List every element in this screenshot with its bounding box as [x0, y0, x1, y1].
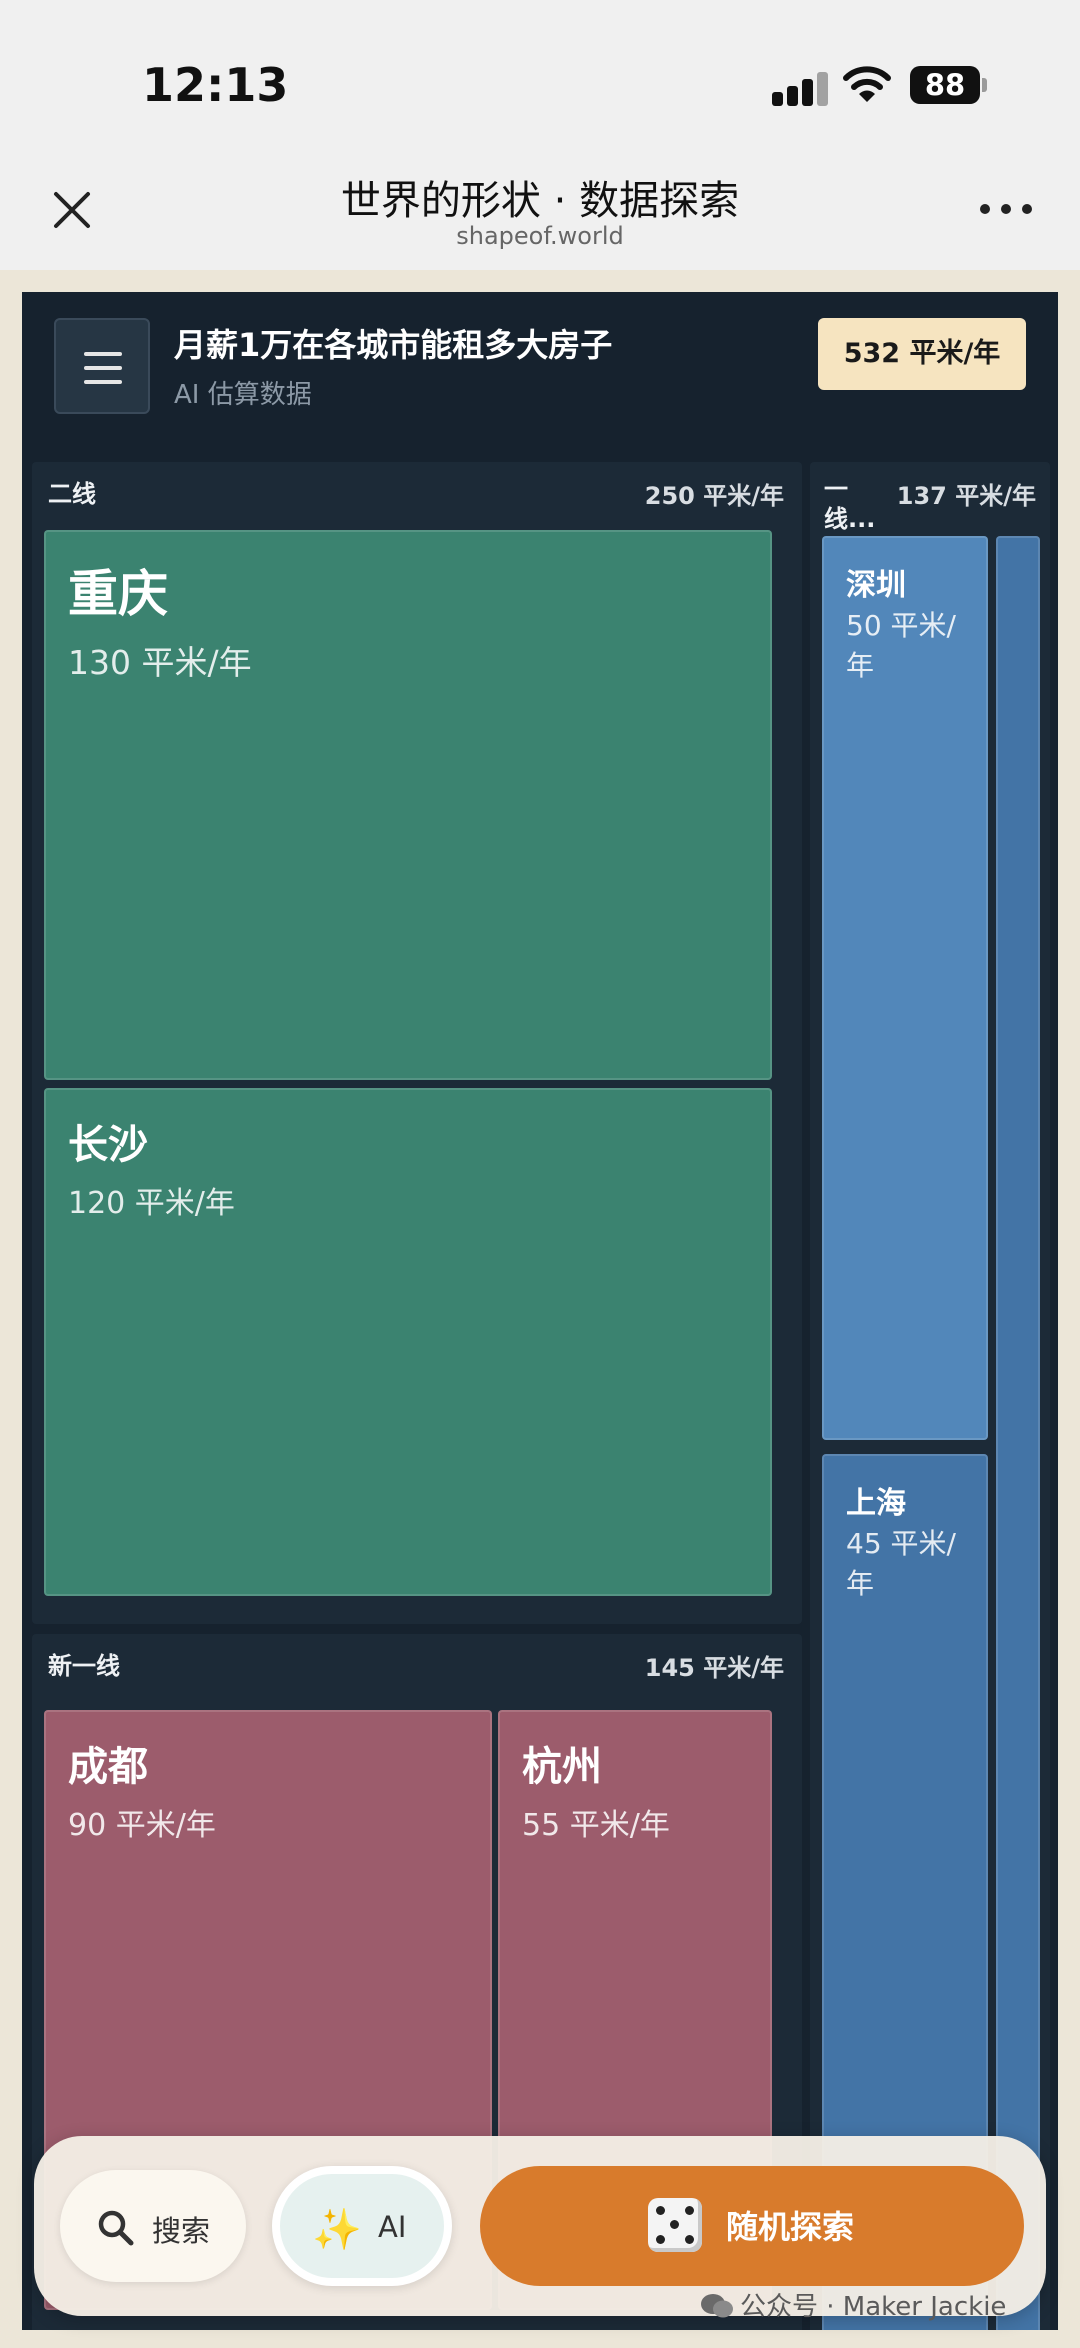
tile-city-value: 45 平米/年 [846, 1527, 956, 1600]
tile-city-name: 成都 [68, 1744, 148, 1790]
group-label: 二线 [48, 480, 96, 508]
group-total: 250 平米/年 [644, 482, 784, 510]
group-total: 137 平米/年 [896, 482, 1036, 510]
tile-city-name: 重庆 [68, 565, 168, 623]
wifi-icon [843, 66, 891, 102]
tile-shenzhen[interactable]: 深圳 50 平米/年 [822, 536, 988, 1440]
tile-city-name: 长沙 [68, 1122, 148, 1168]
tile-city-name: 上海 [846, 1486, 906, 1521]
tile-city-value: 120 平米/年 [68, 1186, 235, 1221]
tile-city-value: 50 平米/年 [846, 609, 956, 682]
nav-bar: 世界的形状 · 数据探索 shapeof.world [0, 150, 1080, 270]
menu-button[interactable] [54, 318, 150, 414]
search-button-label: 搜索 [152, 2214, 211, 2248]
app-frame: 月薪1万在各城市能租多大房子 AI 估算数据 532 平米/年 二线 250 平… [22, 292, 1058, 2330]
dice-icon [648, 2198, 702, 2252]
menu-icon [84, 352, 122, 356]
group-second-tier[interactable]: 二线 250 平米/年 重庆 130 平米/年 长沙 120 平米/年 [32, 462, 802, 1624]
random-explore-button[interactable]: 随机探索 [480, 2166, 1024, 2286]
wechat-icon [701, 2294, 733, 2318]
ai-button-label: AI [378, 2210, 407, 2244]
total-badge[interactable]: 532 平米/年 [818, 318, 1026, 390]
watermark: 公众号 · Maker Jackie [700, 2286, 1006, 2323]
tile-city-name: 深圳 [846, 568, 906, 603]
tile-city-name: 杭州 [522, 1744, 602, 1790]
battery-icon: 88 [910, 66, 980, 104]
tile-chongqing[interactable]: 重庆 130 平米/年 [44, 530, 772, 1080]
page-title: 世界的形状 · 数据探索 [340, 178, 740, 224]
group-first-tier[interactable]: 一线... 137 平米/年 深圳 50 平米/年 上海 45 平米/年 [810, 462, 1050, 2330]
chart-title: 月薪1万在各城市能租多大房子 [174, 326, 613, 364]
tile-city-value: 90 平米/年 [68, 1808, 216, 1843]
tile-unlabeled[interactable] [996, 536, 1040, 2330]
search-button[interactable]: 搜索 [60, 2170, 246, 2282]
battery-tip [982, 78, 987, 92]
chart-subtitle: AI 估算数据 [174, 380, 312, 410]
ai-button[interactable]: ✨ AI [272, 2166, 452, 2286]
group-label: 新一线 [48, 1652, 120, 1680]
tile-city-value: 130 平米/年 [68, 643, 252, 682]
cellular-signal-icon [772, 70, 828, 106]
status-time: 12:13 [142, 58, 289, 112]
group-total: 145 平米/年 [644, 1654, 784, 1682]
watermark-text: 公众号 · Maker Jackie [740, 2292, 1007, 2322]
random-explore-label: 随机探索 [726, 2208, 855, 2246]
page-url: shapeof.world [456, 222, 624, 250]
search-icon [98, 2210, 134, 2246]
tile-city-value: 55 平米/年 [522, 1808, 670, 1843]
sparkles-icon: ✨ [312, 2207, 362, 2253]
group-label: 一线... [824, 475, 876, 533]
status-bar: 12:13 88 [0, 0, 1080, 150]
more-options-icon[interactable] [980, 204, 1032, 218]
tile-changsha[interactable]: 长沙 120 平米/年 [44, 1088, 772, 1596]
